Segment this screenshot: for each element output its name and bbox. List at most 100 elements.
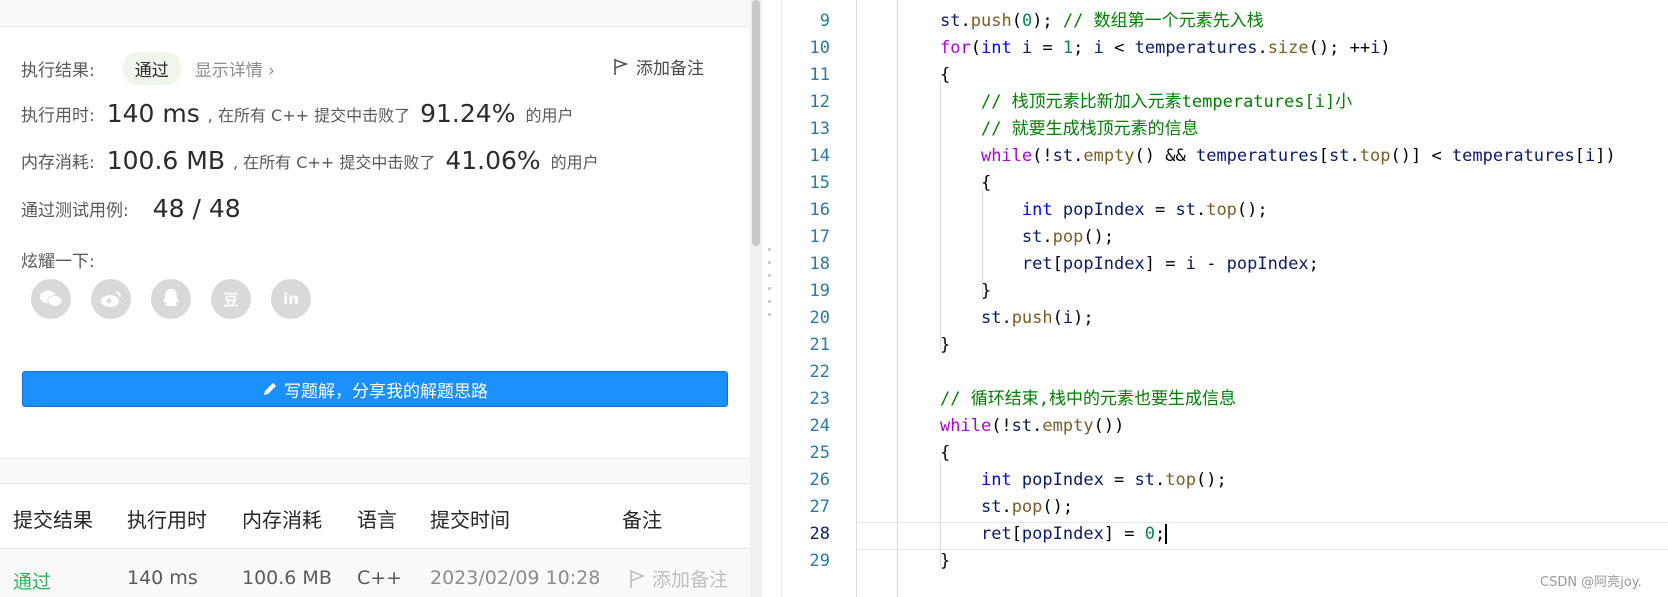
line-number: 24	[809, 416, 830, 436]
code-text: }	[940, 551, 951, 571]
row-add-note-label: 添加备注	[652, 569, 729, 591]
code-line[interactable]: 20 st.push(i);	[782, 305, 1668, 332]
status-badge: 通过	[122, 52, 181, 85]
line-number: 27	[809, 497, 830, 517]
memory-users-suffix: 的用户	[550, 152, 599, 172]
code-text: st.push(i);	[980, 308, 1094, 328]
line-number: 18	[809, 254, 830, 274]
flag-icon	[630, 569, 646, 588]
tests-row: 通过测试用例: 48 / 48	[21, 194, 241, 223]
code-line[interactable]: 12 // 栈顶元素比新加入元素temperatures[i]小	[782, 89, 1668, 116]
douban-icon[interactable]: 豆	[211, 279, 251, 319]
time-value: 140 ms	[106, 99, 200, 128]
memory-beat-percent: 41.06%	[445, 146, 541, 175]
row-memory: 100.6 MB	[242, 567, 332, 589]
code-line[interactable]: 27 st.pop();	[782, 494, 1668, 521]
line-number: 16	[809, 200, 830, 220]
code-line[interactable]: 29}	[782, 548, 1668, 575]
line-number: 22	[809, 362, 830, 382]
code-line[interactable]: 21}	[782, 332, 1668, 359]
code-line[interactable]: 13 // 就要生成栈顶元素的信息	[782, 116, 1668, 143]
code-line[interactable]: 14 while(!st.empty() && temperatures[st.…	[782, 143, 1668, 170]
code-text: st.push(0); // 数组第一个元素先入栈	[940, 11, 1264, 31]
code-line[interactable]: 19 }	[782, 278, 1668, 305]
scrollbar-thumb[interactable]	[752, 0, 760, 246]
share-row: 炫耀一下:	[21, 247, 95, 272]
time-users-suffix: 的用户	[525, 105, 574, 125]
time-beat-percent: 91.24%	[420, 99, 516, 128]
code-text: int popIndex = st.top();	[1021, 200, 1268, 220]
memory-row: 内存消耗: 100.6 MB , 在所有 C++ 提交中击败了 41.06% 的…	[21, 146, 599, 175]
code-line[interactable]: 26 int popIndex = st.top();	[782, 467, 1668, 494]
time-label: 执行用时:	[21, 106, 95, 126]
write-solution-label: 写题解，分享我的解题思路	[284, 381, 488, 402]
top-strip	[0, 0, 750, 27]
panel-resize-handle[interactable]	[768, 248, 774, 318]
line-number: 23	[809, 389, 830, 409]
code-editor[interactable]: 9 st.push(0); // 数组第一个元素先入栈 10 for(int i = …	[781, 0, 1668, 597]
line-number: 29	[809, 551, 830, 571]
code-text: {	[940, 173, 992, 193]
submission-result-panel: 执行结果: 通过 显示详情 › 添加备注 执行用时: 140 ms , 在所有 …	[0, 0, 750, 597]
row-time: 140 ms	[127, 567, 198, 589]
code-text: // 就要生成栈顶元素的信息	[980, 119, 1199, 139]
code-text: }	[940, 281, 992, 301]
code-text: while(!st.empty())	[940, 416, 1125, 436]
code-text: ret[popIndex] = 0;	[980, 524, 1168, 544]
memory-value: 100.6 MB	[106, 146, 225, 175]
line-number: 28	[809, 524, 830, 544]
row-submitted-time: 2023/02/09 10:28	[430, 567, 601, 589]
code-line[interactable]: 9 st.push(0); // 数组第一个元素先入栈	[782, 8, 1668, 35]
code-text: // 栈顶元素比新加入元素temperatures[i]小	[980, 92, 1353, 112]
code-text: st.pop();	[980, 497, 1074, 517]
exec-result-row: 执行结果: 通过 显示详情 ›	[21, 52, 275, 85]
line-number: 19	[809, 281, 830, 301]
section-divider	[0, 458, 750, 484]
add-note-label: 添加备注	[636, 59, 704, 79]
code-line[interactable]: 16 int popIndex = st.top();	[782, 197, 1668, 224]
share-label: 炫耀一下:	[21, 252, 95, 272]
line-number: 11	[809, 65, 830, 85]
col-header-time: 执行用时	[127, 508, 207, 532]
code-text: ret[popIndex] = i - popIndex;	[1021, 254, 1319, 274]
row-status-link[interactable]: 通过	[13, 567, 51, 594]
col-header-language: 语言	[357, 508, 397, 532]
code-line[interactable]: 15 {	[782, 170, 1668, 197]
code-line[interactable]: 18 ret[popIndex] = i - popIndex;	[782, 251, 1668, 278]
qq-icon[interactable]	[151, 279, 191, 319]
code-text: }	[940, 335, 951, 355]
wechat-icon[interactable]	[31, 279, 71, 319]
line-number: 17	[809, 227, 830, 247]
code-line[interactable]: 11 {	[782, 62, 1668, 89]
line-number: 9	[819, 11, 830, 31]
code-line[interactable]: 24 while(!st.empty())	[782, 413, 1668, 440]
line-number: 13	[809, 119, 830, 139]
show-details-link[interactable]: 显示详情 ›	[195, 56, 275, 81]
code-line[interactable]: 23 // 循环结束,栈中的元素也要生成信息	[782, 386, 1668, 413]
write-solution-button[interactable]: 写题解，分享我的解题思路	[22, 371, 728, 407]
col-header-memory: 内存消耗	[242, 508, 322, 532]
pencil-icon	[264, 383, 276, 395]
line-number: 26	[809, 470, 830, 490]
code-text: for(int i = 1; i < temperatures.size(); …	[940, 38, 1391, 58]
code-line[interactable]: 25 {	[782, 440, 1668, 467]
code-text: st.pop();	[1021, 227, 1115, 247]
code-line[interactable]: 17 st.pop();	[782, 224, 1668, 251]
add-note-button[interactable]: 添加备注	[612, 54, 704, 79]
line-number: 15	[809, 173, 830, 193]
code-line[interactable]: 28 ret[popIndex] = 0;	[782, 521, 1668, 548]
code-text: {	[940, 443, 951, 463]
line-number: 12	[809, 92, 830, 112]
memory-label: 内存消耗:	[21, 153, 95, 173]
code-text: while(!st.empty() && temperatures[st.top…	[980, 146, 1616, 166]
code-line[interactable]: 10 for(int i = 1; i < temperatures.size()…	[782, 35, 1668, 62]
linkedin-icon[interactable]: in	[271, 279, 311, 319]
line-number: 21	[809, 335, 830, 355]
code-text: // 循环结束,栈中的元素也要生成信息	[940, 389, 1236, 409]
code-text: int popIndex = st.top();	[980, 470, 1227, 490]
exec-result-label: 执行结果:	[21, 61, 95, 81]
row-add-note-button[interactable]: 添加备注	[628, 565, 728, 592]
code-line[interactable]: 22	[782, 359, 1668, 386]
col-header-note: 备注	[622, 508, 662, 532]
weibo-icon[interactable]	[91, 279, 131, 319]
